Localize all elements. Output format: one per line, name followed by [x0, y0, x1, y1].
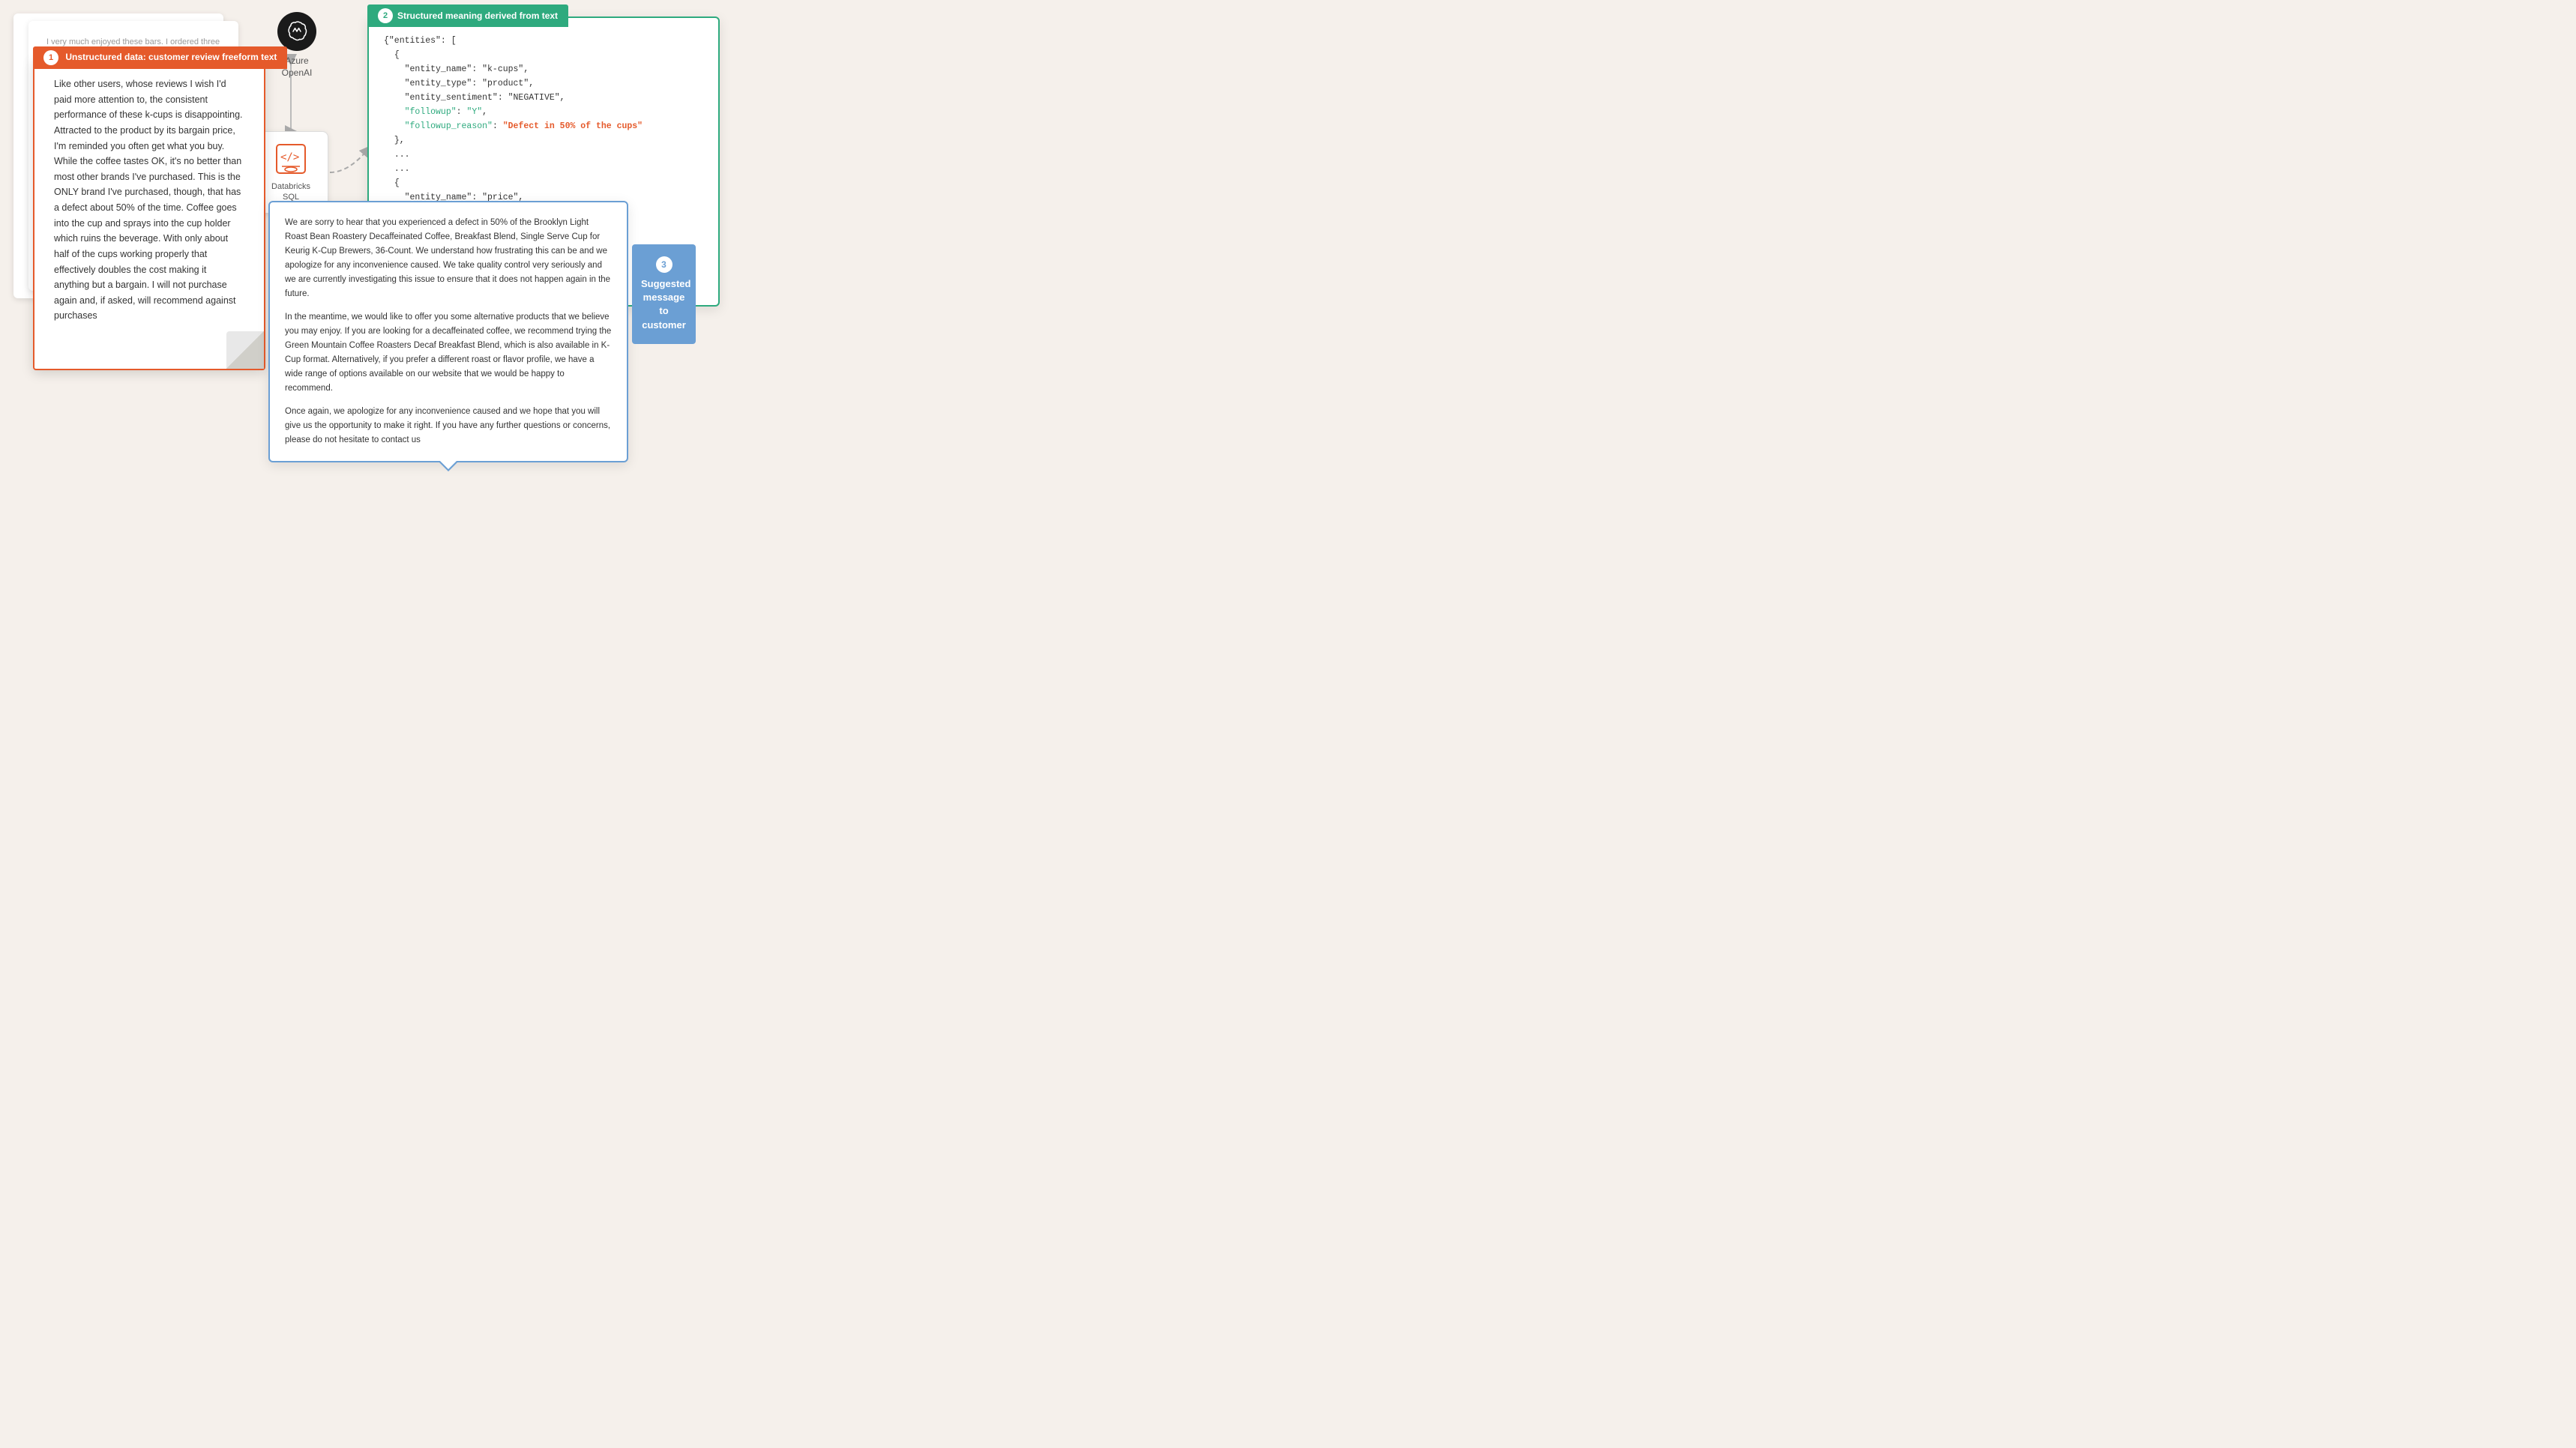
review-card: 1 Unstructured data: customer review fre… [33, 58, 265, 370]
svg-text:</>: </> [280, 151, 299, 163]
azure-logo-circle [277, 12, 316, 51]
badge-1: 1 [43, 50, 58, 65]
review-card-label: 1 Unstructured data: customer review fre… [33, 46, 287, 69]
message-para2: In the meantime, we would like to offer … [285, 310, 612, 396]
databricks-text: DatabricksSQL [271, 181, 310, 203]
openai-icon [286, 20, 308, 43]
review-label-text: Unstructured data: customer review freef… [65, 52, 277, 62]
message-card: We are sorry to hear that you experience… [268, 201, 628, 462]
json-card-label: 2 Structured meaning derived from text [367, 4, 568, 27]
message-para3: Once again, we apologize for any inconve… [285, 405, 612, 447]
json-label-text: Structured meaning derived from text [397, 10, 558, 21]
badge-2: 2 [378, 8, 393, 23]
message-para1: We are sorry to hear that you experience… [285, 216, 612, 301]
review-text: Like other users, whose reviews I wish I… [54, 76, 244, 324]
databricks-icon: </> [274, 142, 307, 175]
message-text: We are sorry to hear that you experience… [285, 216, 612, 447]
suggested-label: 3Suggested message to customer [632, 244, 696, 344]
